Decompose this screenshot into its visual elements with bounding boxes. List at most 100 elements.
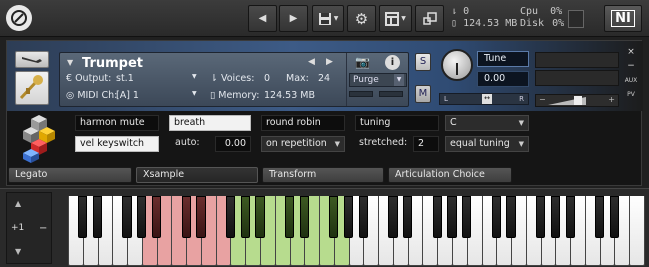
black-key[interactable]: [240, 196, 250, 238]
chevron-down-icon: ▼: [518, 119, 524, 127]
tuning-field[interactable]: tuning: [355, 115, 439, 131]
tuning-select[interactable]: equal tuning ▼: [445, 136, 529, 152]
auto-value[interactable]: 0.00: [215, 136, 251, 152]
cpu-label: Cpu: [520, 6, 539, 17]
chevron-left-icon[interactable]: ◀: [308, 57, 315, 67]
black-key[interactable]: [344, 196, 354, 238]
round-robin-field[interactable]: round robin: [261, 115, 345, 131]
pv-button[interactable]: PV: [623, 91, 639, 98]
gear-icon: ⚙: [354, 9, 369, 28]
cpu-value: 0%: [550, 6, 563, 17]
stretched-value[interactable]: 2: [413, 136, 439, 152]
tune-value[interactable]: 0.00: [477, 71, 529, 87]
black-key[interactable]: [565, 196, 575, 238]
black-key[interactable]: [122, 196, 132, 238]
midi-dropdown-icon[interactable]: ▼: [192, 90, 197, 97]
volume-slider[interactable]: − +: [535, 94, 619, 107]
black-key[interactable]: [595, 196, 605, 238]
black-key[interactable]: [462, 196, 472, 238]
kontakt-logo-icon[interactable]: [6, 5, 32, 31]
black-key[interactable]: [447, 196, 457, 238]
midi-label: MIDI Ch:: [77, 90, 118, 101]
triangle-up-icon[interactable]: ▲: [15, 199, 21, 208]
minimize-icon: [422, 11, 437, 25]
white-key[interactable]: [629, 196, 645, 266]
black-key[interactable]: [491, 196, 501, 238]
black-key[interactable]: [358, 196, 368, 238]
solo-button[interactable]: S: [415, 53, 431, 71]
minimize-view-button[interactable]: [415, 5, 444, 32]
max-voices-value[interactable]: 24: [318, 73, 330, 84]
black-key[interactable]: [432, 196, 442, 238]
octave-minus[interactable]: −: [39, 223, 47, 234]
options-button[interactable]: ⚙: [347, 5, 376, 32]
instrument-name[interactable]: Trumpet: [82, 56, 143, 71]
black-key[interactable]: [137, 196, 147, 238]
info-icon[interactable]: i: [385, 55, 400, 70]
layout-icon: [385, 11, 400, 26]
black-key[interactable]: [181, 196, 191, 238]
black-key[interactable]: [329, 196, 339, 238]
breath-field[interactable]: breath: [169, 115, 251, 131]
auto-label: auto:: [175, 137, 200, 148]
volume-minus: −: [539, 95, 546, 104]
edit-button[interactable]: [15, 51, 49, 68]
voices-memory-stats: ⇂ 0 ▯ 124.53 MB: [451, 6, 517, 30]
view-button[interactable]: ▼: [379, 5, 412, 32]
ni-logo-button[interactable]: NI: [604, 5, 642, 32]
key-select-value: C: [450, 117, 457, 128]
output-label: Output:: [75, 73, 112, 84]
pan-slider[interactable]: L ↔ R: [439, 93, 529, 105]
close-instrument-button[interactable]: ×: [623, 47, 639, 57]
purge-dropdown[interactable]: Purge ▼: [349, 73, 407, 87]
chevron-right-icon[interactable]: ▶: [326, 57, 333, 67]
black-key[interactable]: [255, 196, 265, 238]
black-key[interactable]: [609, 196, 620, 238]
prev-button[interactable]: ◀: [248, 5, 277, 32]
pan-handle[interactable]: ↔: [482, 94, 492, 104]
tab-legato[interactable]: Legato: [8, 167, 132, 183]
next-button[interactable]: ▶: [279, 5, 308, 32]
triangle-down-icon[interactable]: ▼: [67, 58, 73, 67]
mute-button[interactable]: M: [415, 85, 431, 103]
save-button[interactable]: ▼: [312, 5, 344, 32]
disk-label: Disk: [520, 18, 545, 29]
black-key[interactable]: [550, 196, 560, 238]
harmon-mute-field[interactable]: harmon mute: [75, 115, 159, 131]
black-key[interactable]: [152, 196, 162, 238]
black-key[interactable]: [536, 196, 546, 238]
purge-label: Purge: [353, 75, 379, 85]
black-key[interactable]: [388, 196, 398, 238]
tab-xsample[interactable]: Xsample: [136, 167, 258, 183]
memory-icon: ▯: [451, 18, 458, 29]
black-key[interactable]: [78, 196, 88, 238]
black-key[interactable]: [403, 196, 413, 238]
camera-icon[interactable]: 📷: [355, 55, 370, 69]
tune-knob[interactable]: [441, 49, 473, 81]
black-key[interactable]: [196, 196, 206, 238]
black-key[interactable]: [506, 196, 516, 238]
triangle-down-icon[interactable]: ▼: [15, 247, 21, 256]
tab-transform[interactable]: Transform: [262, 167, 384, 183]
instrument-header-right: 📷 i Purge ▼: [346, 53, 408, 106]
output-dropdown-icon[interactable]: ▼: [192, 73, 197, 80]
black-key[interactable]: [299, 196, 309, 238]
instrument-icon-box[interactable]: [15, 71, 49, 105]
black-key[interactable]: [284, 196, 295, 238]
output-value[interactable]: st.1: [116, 73, 134, 84]
midi-channel-value[interactable]: [A] 1: [116, 90, 139, 101]
key-select[interactable]: C ▼: [445, 115, 529, 131]
disk-save-icon: [318, 12, 331, 25]
volume-handle[interactable]: [574, 96, 582, 105]
aux-button[interactable]: AUX: [623, 77, 639, 84]
level-meter-right: [535, 70, 619, 86]
repetition-select[interactable]: on repetition ▼: [261, 136, 345, 152]
tab-articulation-choice[interactable]: Articulation Choice: [388, 167, 512, 183]
black-key[interactable]: [225, 196, 236, 238]
pan-left-label: L: [444, 95, 448, 103]
ni-logo: NI: [611, 10, 635, 27]
piano-keyboard[interactable]: [68, 196, 645, 266]
black-key[interactable]: [92, 196, 103, 238]
vel-keyswitch-field[interactable]: vel keyswitch: [75, 136, 159, 152]
minimize-instrument-button[interactable]: −: [623, 61, 639, 71]
